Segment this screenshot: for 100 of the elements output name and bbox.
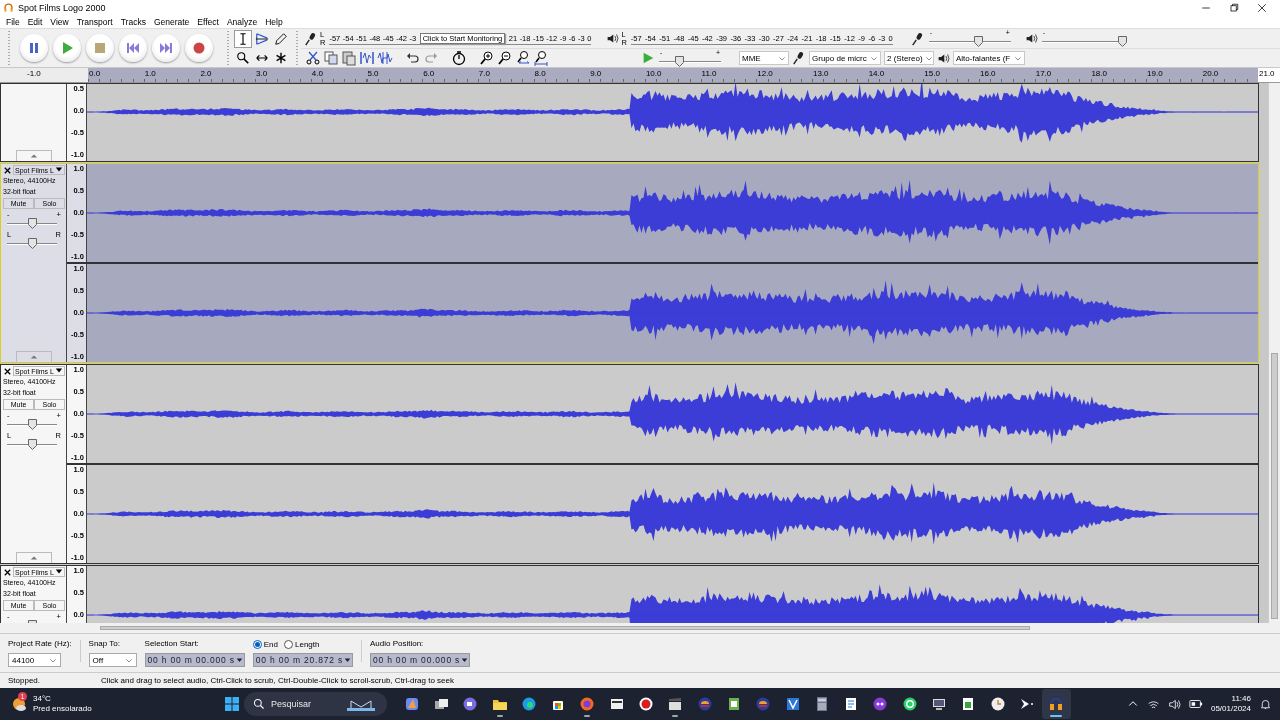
chevron-down-icon [1014,54,1022,62]
dropdown[interactable]: Off [88,653,137,667]
status-text: Stopped. [8,676,42,685]
field-label: Audio Position: [369,638,425,650]
skip-back-icon [125,40,141,56]
menu-item[interactable]: Effect [193,16,223,27]
slider-thumb[interactable] [27,238,37,249]
ruler-label: 16.0 [979,68,997,80]
ruler-label: 10.0 [644,68,663,80]
chevron-down-icon [49,656,57,664]
ruler-label: 4.0 [310,68,324,80]
menu-item[interactable]: Analyze [222,16,262,27]
close-icon[interactable] [3,366,12,376]
dropdown-triangle-icon [461,656,469,664]
microphone-icon[interactable] [792,51,806,65]
dropdown-triangle-icon [343,656,351,664]
speaker-icon[interactable] [1024,32,1038,45]
menu-item[interactable]: Edit [23,16,47,27]
ruler-label: -1.0 [27,69,41,78]
skip-to-start-button[interactable] [119,34,147,62]
status-hint: Click and drag to select audio, Ctrl-Click to scrub, Ctrl-Double-Click to scroll-scrub, Ctrl-drag to seek [101,676,454,685]
mask-icon [872,696,889,712]
paste-icon[interactable] [341,50,357,66]
slider[interactable] [1041,36,1124,47]
microphone-icon[interactable] [304,31,318,46]
battery-icon[interactable] [1188,697,1203,711]
dropdown-triangle-icon [235,656,243,664]
tool-button[interactable] [234,49,252,67]
fit-project-icon[interactable] [533,50,549,66]
browser-icon [520,696,537,712]
ruler-label: 2.0 [199,68,213,80]
slider-thumb[interactable] [27,218,37,229]
time-field[interactable]: 00 h 00 m 00.000 s [369,653,471,667]
collapse-arrow-icon [30,554,38,562]
zoom-in-icon[interactable] [479,50,495,66]
search-field[interactable]: Pesquisar [244,692,387,716]
play-button[interactable] [53,34,81,62]
start-icon[interactable] [224,696,240,712]
ruler-label: 11.0 [700,68,718,80]
speaker-icon[interactable] [937,51,950,65]
radio-button[interactable]: End [252,639,278,649]
scrollbar[interactable] [100,626,1030,630]
scissors-icon[interactable] [305,50,321,66]
slider-thumb[interactable] [973,36,983,47]
time-field[interactable]: 00 h 00 m 00.000 s [144,653,245,667]
slider[interactable] [928,36,1011,47]
menu-item[interactable]: Help [261,16,287,27]
slider[interactable] [7,238,57,249]
microphone-icon[interactable] [910,31,925,46]
bell-icon[interactable] [1259,697,1272,711]
scrollbar[interactable] [1268,83,1280,623]
weather-sun-icon[interactable] [12,696,28,712]
close-icon[interactable] [3,567,12,577]
arrow-icon [1018,696,1035,712]
dropdown-triangle-icon [55,166,63,174]
dropdown[interactable]: MME [739,51,789,65]
ruler-label: 20.0 [1201,68,1220,80]
dropdown[interactable]: Grupo de micrc [809,51,881,65]
ruler-label: 6.0 [422,68,436,80]
speaker-icon[interactable] [606,32,620,45]
menu-item[interactable]: Generate [149,16,194,27]
clapper-icon [667,696,684,712]
slider-thumb[interactable] [674,55,684,67]
dropdown[interactable]: 2 (Stereo) [884,51,934,65]
skip-to-end-button[interactable] [152,34,180,62]
slider-thumb[interactable] [27,439,37,450]
record-button[interactable] [185,34,213,62]
chevron-down-icon [124,656,133,664]
radio-button[interactable]: Length [284,639,320,649]
timer-icon[interactable] [451,50,467,66]
ruler-label: 9.0 [589,68,603,80]
search-icon [253,698,265,710]
taskbar-app[interactable] [1041,689,1071,719]
dropdown[interactable]: Alto-falantes (F [953,51,1025,65]
menu-item[interactable]: View [46,16,73,27]
speaker-icon[interactable] [1167,697,1181,711]
trim-icon[interactable] [359,50,375,66]
collapse-arrow-icon [30,353,38,361]
slider-thumb[interactable] [1117,36,1127,47]
slider[interactable] [659,55,721,67]
slider-thumb[interactable] [27,419,37,430]
zoom-out-icon[interactable] [497,50,513,66]
letter-tile-icon [784,696,801,712]
copy-icon[interactable] [323,50,339,66]
time-field[interactable]: 00 h 00 m 20.872 s [252,653,353,667]
menu-item[interactable]: File [2,16,24,27]
slider[interactable] [7,439,57,450]
pause-button[interactable] [20,34,48,62]
tool-button[interactable] [234,30,252,48]
silence-icon[interactable] [377,50,393,66]
close-icon[interactable] [3,165,12,175]
zoom-icon [236,51,250,65]
dropdown[interactable]: 44100 [8,653,61,667]
ruler-label: 17.0 [1034,68,1053,80]
fit-selection-icon[interactable] [515,50,531,66]
slider[interactable] [7,419,57,430]
temperature: 34°C [33,694,52,704]
menu-item[interactable]: Tracks [116,16,150,27]
menu-item[interactable]: Transport [72,16,117,27]
slider[interactable] [7,218,57,229]
